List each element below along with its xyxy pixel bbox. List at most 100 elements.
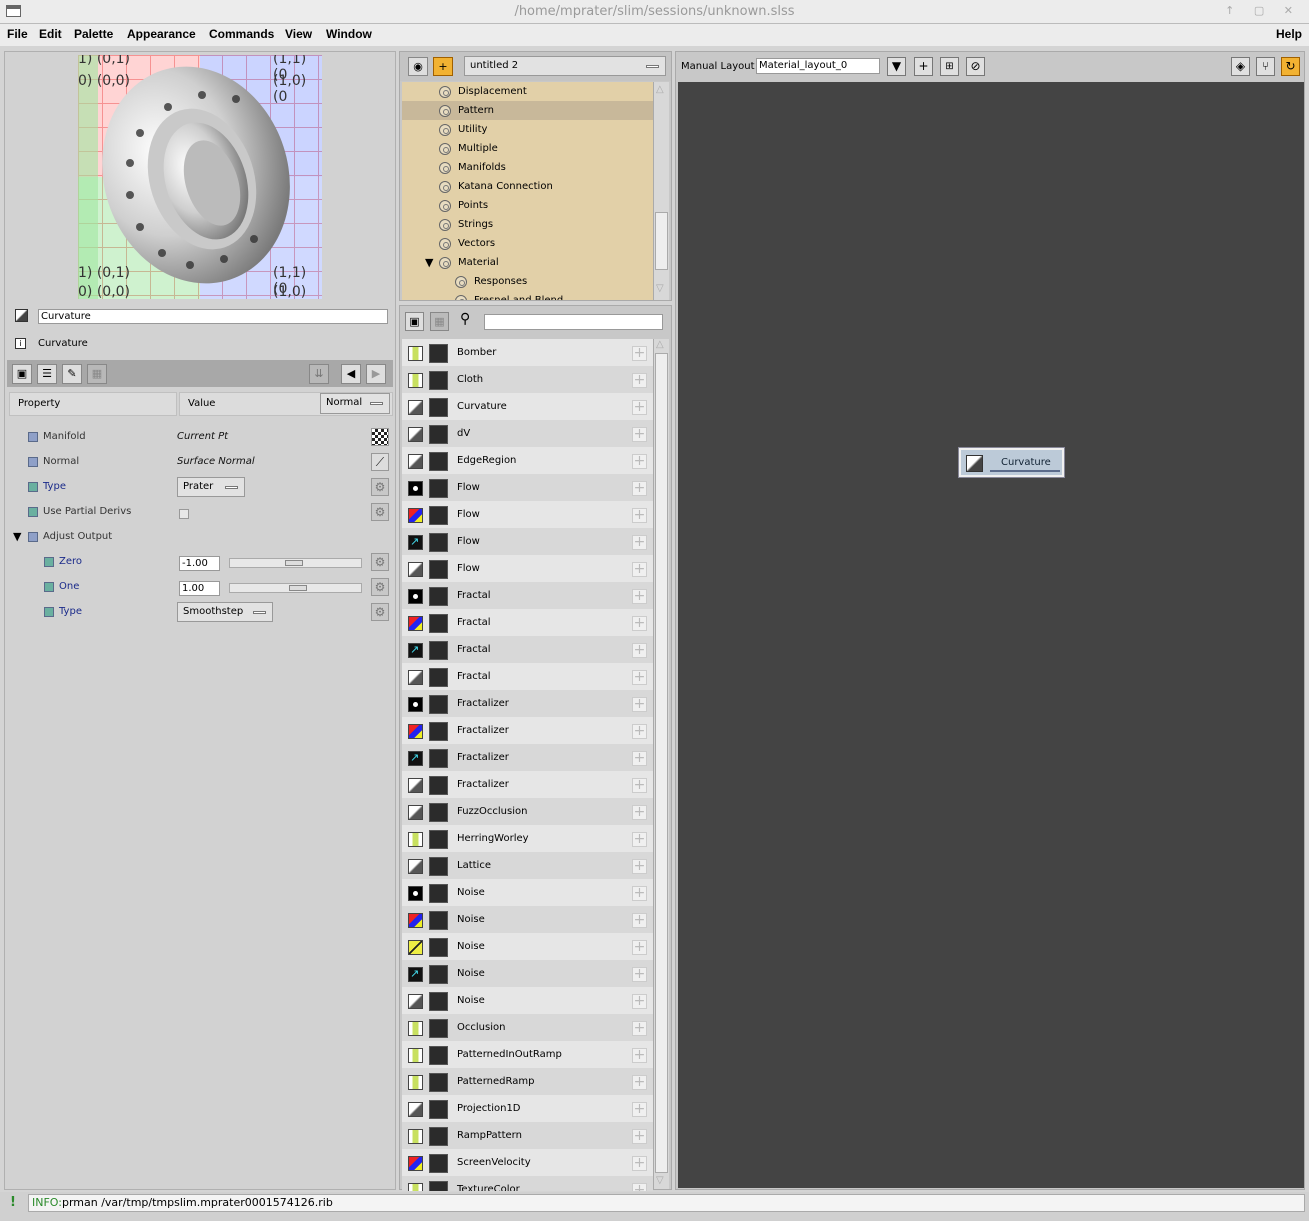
- menu-appearance[interactable]: Appearance: [127, 27, 196, 41]
- eye-icon[interactable]: ◉: [408, 57, 428, 76]
- add-template-icon[interactable]: +: [632, 1048, 647, 1063]
- add-template-icon[interactable]: +: [632, 535, 647, 550]
- add-template-icon[interactable]: +: [632, 805, 647, 820]
- property-info-icon[interactable]: [44, 607, 54, 617]
- palette-item-manifolds[interactable]: Manifolds: [402, 158, 653, 177]
- palette-item-material[interactable]: ▼ Material: [402, 253, 653, 272]
- library-item[interactable]: Noise +: [402, 906, 653, 933]
- gear-icon[interactable]: ⚙: [371, 578, 389, 596]
- add-template-icon[interactable]: +: [632, 913, 647, 928]
- back-icon[interactable]: ◀: [341, 364, 361, 384]
- library-item[interactable]: Noise +: [402, 879, 653, 906]
- expand-triangle-icon[interactable]: ▼: [13, 530, 21, 543]
- library-item[interactable]: HerringWorley +: [402, 825, 653, 852]
- add-template-icon[interactable]: +: [632, 508, 647, 523]
- library-item[interactable]: EdgeRegion +: [402, 447, 653, 474]
- output-type-dropdown[interactable]: Smoothstep: [177, 602, 273, 622]
- add-template-icon[interactable]: +: [632, 616, 647, 631]
- add-template-icon[interactable]: +: [632, 346, 647, 361]
- menu-down-icon[interactable]: ⇊: [309, 364, 329, 384]
- library-item[interactable]: ↗ Fractalizer +: [402, 744, 653, 771]
- add-template-icon[interactable]: +: [632, 1183, 647, 1191]
- library-item[interactable]: FuzzOcclusion +: [402, 798, 653, 825]
- library-item[interactable]: Projection1D +: [402, 1095, 653, 1122]
- layout-graph-icon[interactable]: ◈: [1231, 57, 1250, 76]
- palette-item-displacement[interactable]: Displacement: [402, 82, 653, 101]
- library-filter-icon[interactable]: ▦: [430, 312, 449, 331]
- palette-selector[interactable]: untitled 2: [464, 56, 666, 76]
- add-template-icon[interactable]: +: [632, 724, 647, 739]
- scroll-down-icon[interactable]: ▽: [656, 283, 664, 294]
- refresh-graph-icon[interactable]: ↻: [1281, 57, 1300, 76]
- library-item[interactable]: Flow +: [402, 501, 653, 528]
- library-item[interactable]: Noise +: [402, 987, 653, 1014]
- menu-commands[interactable]: Commands: [209, 27, 274, 41]
- library-item[interactable]: Fractal +: [402, 609, 653, 636]
- library-item[interactable]: TextureColor +: [402, 1176, 653, 1191]
- add-template-icon[interactable]: +: [632, 400, 647, 415]
- add-template-icon[interactable]: +: [632, 1102, 647, 1117]
- property-info-icon[interactable]: [28, 507, 38, 517]
- library-item[interactable]: ScreenVelocity +: [402, 1149, 653, 1176]
- add-template-icon[interactable]: +: [632, 967, 647, 982]
- add-template-icon[interactable]: +: [632, 1021, 647, 1036]
- scroll-up-icon[interactable]: △: [656, 339, 664, 350]
- use-partial-derivs-checkbox[interactable]: [179, 509, 189, 519]
- palette-item-katana-connection[interactable]: Katana Connection: [402, 177, 653, 196]
- palette-item-pattern[interactable]: Pattern: [402, 101, 653, 120]
- add-template-icon[interactable]: +: [632, 373, 647, 388]
- add-template-icon[interactable]: +: [632, 886, 647, 901]
- normal-connect-icon[interactable]: ⟋: [371, 453, 389, 471]
- palette-scrollbar[interactable]: △ ▽: [653, 82, 669, 300]
- add-template-icon[interactable]: +: [632, 697, 647, 712]
- zero-slider-knob[interactable]: [285, 560, 303, 566]
- library-item[interactable]: Noise +: [402, 933, 653, 960]
- menu-file[interactable]: File: [7, 27, 28, 41]
- property-group-adjust-output[interactable]: ▼ Adjust Output: [5, 528, 393, 548]
- library-item[interactable]: Flow +: [402, 555, 653, 582]
- library-item[interactable]: Cloth +: [402, 366, 653, 393]
- zero-value-field[interactable]: -1.00: [179, 556, 220, 571]
- one-value-field[interactable]: 1.00: [179, 581, 220, 596]
- gear-icon[interactable]: ⚙: [371, 603, 389, 621]
- add-template-icon[interactable]: +: [632, 1156, 647, 1171]
- expand-triangle-icon[interactable]: ▼: [425, 253, 433, 272]
- add-palette-icon[interactable]: +: [433, 57, 453, 76]
- add-template-icon[interactable]: +: [632, 670, 647, 685]
- library-scrollbar[interactable]: △ ▽: [653, 339, 669, 1189]
- tree-layout-icon[interactable]: ⑂: [1256, 57, 1275, 76]
- library-item[interactable]: ↗ Fractal +: [402, 636, 653, 663]
- library-search-input[interactable]: [484, 314, 663, 330]
- add-layout-icon[interactable]: +: [914, 57, 933, 76]
- library-item[interactable]: Fractal +: [402, 582, 653, 609]
- add-template-icon[interactable]: +: [632, 427, 647, 442]
- add-template-icon[interactable]: +: [632, 1129, 647, 1144]
- palette-item-vectors[interactable]: Vectors: [402, 234, 653, 253]
- library-item[interactable]: Fractal +: [402, 663, 653, 690]
- palette-scroll-thumb[interactable]: [655, 212, 668, 270]
- menu-view[interactable]: View: [285, 27, 312, 41]
- gear-icon[interactable]: ⚙: [371, 503, 389, 521]
- menu-edit[interactable]: Edit: [39, 27, 62, 41]
- library-scroll-thumb[interactable]: [655, 353, 668, 1173]
- library-item[interactable]: ↗ Noise +: [402, 960, 653, 987]
- menu-palette[interactable]: Palette: [74, 27, 113, 41]
- palette-item-responses[interactable]: Responses: [402, 272, 653, 291]
- add-template-icon[interactable]: +: [632, 454, 647, 469]
- library-item[interactable]: dV +: [402, 420, 653, 447]
- instance-name-field[interactable]: Curvature: [38, 309, 388, 324]
- property-info-icon[interactable]: [28, 432, 38, 442]
- library-item[interactable]: PatternedRamp +: [402, 1068, 653, 1095]
- frame-layout-icon[interactable]: ⊞: [940, 57, 959, 76]
- library-item[interactable]: Flow +: [402, 474, 653, 501]
- window-controls[interactable]: ↑ ▢ ✕: [1225, 4, 1301, 17]
- add-template-icon[interactable]: +: [632, 832, 647, 847]
- list-view-icon[interactable]: ☰: [37, 364, 57, 384]
- menu-help[interactable]: Help: [1276, 27, 1302, 41]
- property-info-icon[interactable]: [28, 457, 38, 467]
- menu-window[interactable]: Window: [326, 27, 372, 41]
- manifold-connect-icon[interactable]: [371, 428, 389, 446]
- library-item[interactable]: Occlusion +: [402, 1014, 653, 1041]
- library-item[interactable]: Lattice +: [402, 852, 653, 879]
- display-mode-dropdown[interactable]: Normal: [320, 393, 390, 414]
